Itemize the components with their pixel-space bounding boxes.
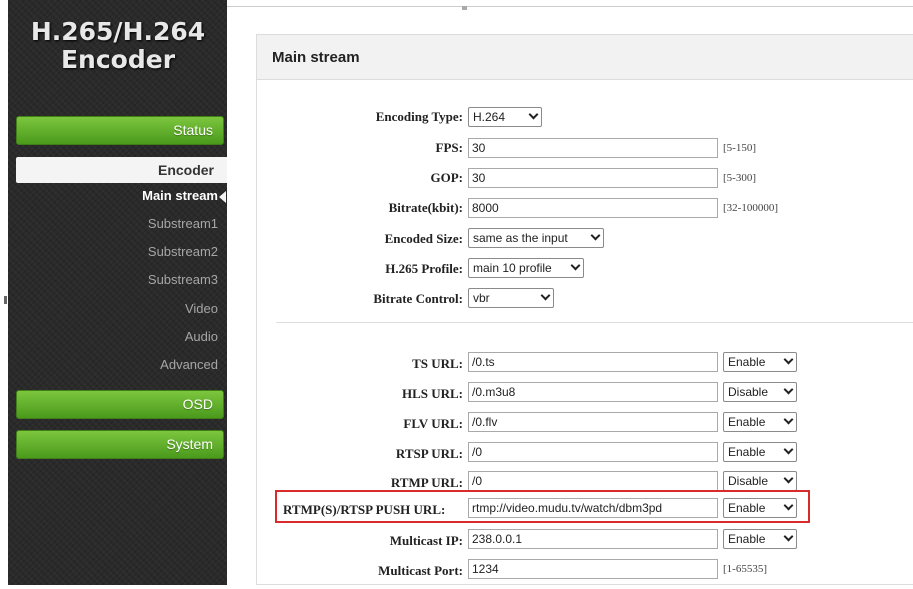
ts-url-label: TS URL: — [412, 356, 463, 371]
h265-profile-select[interactable]: main 10 profile — [468, 258, 584, 278]
sidebar-item-substream1[interactable]: Substream1 — [16, 214, 218, 234]
chevron-down-icon — [783, 500, 794, 511]
sidebar-item-substream2[interactable]: Substream2 — [16, 242, 218, 262]
bitrate-control-value: vbr — [473, 291, 490, 305]
multicast-port-label: Multicast Port: — [378, 563, 463, 578]
fps-range-hint: [5-150] — [723, 142, 756, 154]
encoding-type-select[interactable]: H.264 — [468, 107, 542, 127]
panel-title: Main stream — [257, 35, 913, 80]
h265-profile-label: H.265 Profile: — [385, 261, 463, 276]
push-url-label: RTMP(S)/RTSP PUSH URL: — [283, 502, 446, 517]
nav-encoder-item[interactable]: Encoder — [16, 157, 227, 183]
hls-url-label: HLS URL: — [401, 386, 463, 401]
chevron-down-icon — [783, 354, 794, 365]
gop-label: GOP: — [430, 170, 464, 185]
rtsp-url-input[interactable]: /0 — [468, 442, 718, 462]
chevron-down-icon — [783, 473, 794, 484]
bitrate-input[interactable]: 8000 — [468, 198, 718, 218]
rtmp-url-state-value: Disable — [728, 474, 769, 488]
multicast-ip-state-select[interactable]: Enable — [723, 529, 797, 549]
encoded-size-label: Encoded Size: — [384, 231, 463, 246]
edge-marker — [4, 296, 7, 304]
push-url-input[interactable]: rtmp://video.mudu.tv/watch/dbm3pd — [468, 498, 718, 518]
bitrate-control-label: Bitrate Control: — [373, 291, 463, 306]
chevron-down-icon — [590, 230, 601, 241]
ts-url-state-select[interactable]: Enable — [723, 352, 797, 372]
rtmp-url-state-select[interactable]: Disable — [723, 471, 797, 491]
rtmp-url-label: RTMP URL: — [390, 475, 463, 490]
flv-url-label: FLV URL: — [403, 416, 463, 431]
encoding-type-value: H.264 — [473, 110, 506, 124]
rtsp-url-state-value: Enable — [728, 445, 766, 459]
nav-status-button[interactable]: Status — [16, 116, 224, 145]
ts-url-state-value: Enable — [728, 355, 766, 369]
chevron-down-icon — [783, 444, 794, 455]
logo-line-1: H.265/H.264 — [30, 17, 206, 46]
hls-url-state-value: Disable — [728, 385, 769, 399]
chevron-down-icon — [570, 260, 581, 271]
gop-input[interactable]: 30 — [468, 168, 718, 188]
active-item-caret-icon — [219, 191, 226, 203]
chevron-down-icon — [783, 384, 794, 395]
multicast-port-input[interactable]: 1234 — [468, 559, 718, 579]
encoded-size-select[interactable]: same as the input — [468, 228, 604, 248]
sidebar-item-audio[interactable]: Audio — [16, 327, 218, 347]
bitrate-label: Bitrate(kbit): — [388, 200, 463, 215]
nav-osd-button[interactable]: OSD — [16, 390, 224, 419]
chevron-down-icon — [783, 531, 794, 542]
bitrate-control-select[interactable]: vbr — [468, 288, 554, 308]
chevron-down-icon — [528, 109, 539, 120]
encoding-type-label: Encoding Type: — [375, 109, 463, 124]
push-url-state-value: Enable — [728, 501, 766, 515]
sidebar-item-video[interactable]: Video — [16, 299, 218, 319]
encoded-size-value: same as the input — [473, 231, 568, 245]
chevron-down-icon — [540, 290, 551, 301]
sidebar-item-advanced[interactable]: Advanced — [16, 355, 218, 375]
top-marker — [462, 6, 467, 10]
nav-system-button[interactable]: System — [16, 430, 224, 459]
hls-url-state-select[interactable]: Disable — [723, 382, 797, 402]
logo-line-2: Encoder — [60, 45, 176, 74]
rtsp-url-state-select[interactable]: Enable — [723, 442, 797, 462]
top-divider — [227, 6, 913, 7]
section-divider — [276, 322, 913, 323]
fps-label: FPS: — [435, 140, 463, 155]
chevron-down-icon — [783, 414, 794, 425]
sidebar-item-main-stream[interactable]: Main stream — [16, 186, 218, 206]
bitrate-range-hint: [32-100000] — [723, 202, 778, 214]
app-logo: H.265/H.264 Encoder — [18, 18, 218, 74]
multicast-ip-label: Multicast IP: — [389, 533, 463, 548]
rtsp-url-label: RTSP URL: — [395, 446, 463, 461]
hls-url-input[interactable]: /0.m3u8 — [468, 382, 718, 402]
gop-range-hint: [5-300] — [723, 172, 756, 184]
h265-profile-value: main 10 profile — [473, 261, 552, 275]
flv-url-state-select[interactable]: Enable — [723, 412, 797, 432]
sidebar: H.265/H.264 Encoder Status Encoder Main … — [8, 0, 227, 585]
flv-url-state-value: Enable — [728, 415, 766, 429]
multicast-port-range-hint: [1-65535] — [723, 563, 767, 575]
flv-url-input[interactable]: /0.flv — [468, 412, 718, 432]
ts-url-input[interactable]: /0.ts — [468, 352, 718, 372]
multicast-ip-state-value: Enable — [728, 532, 766, 546]
push-url-state-select[interactable]: Enable — [723, 498, 797, 518]
rtmp-url-input[interactable]: /0 — [468, 471, 718, 491]
multicast-ip-input[interactable]: 238.0.0.1 — [468, 529, 718, 549]
sidebar-item-substream3[interactable]: Substream3 — [16, 270, 218, 290]
fps-input[interactable]: 30 — [468, 138, 718, 158]
